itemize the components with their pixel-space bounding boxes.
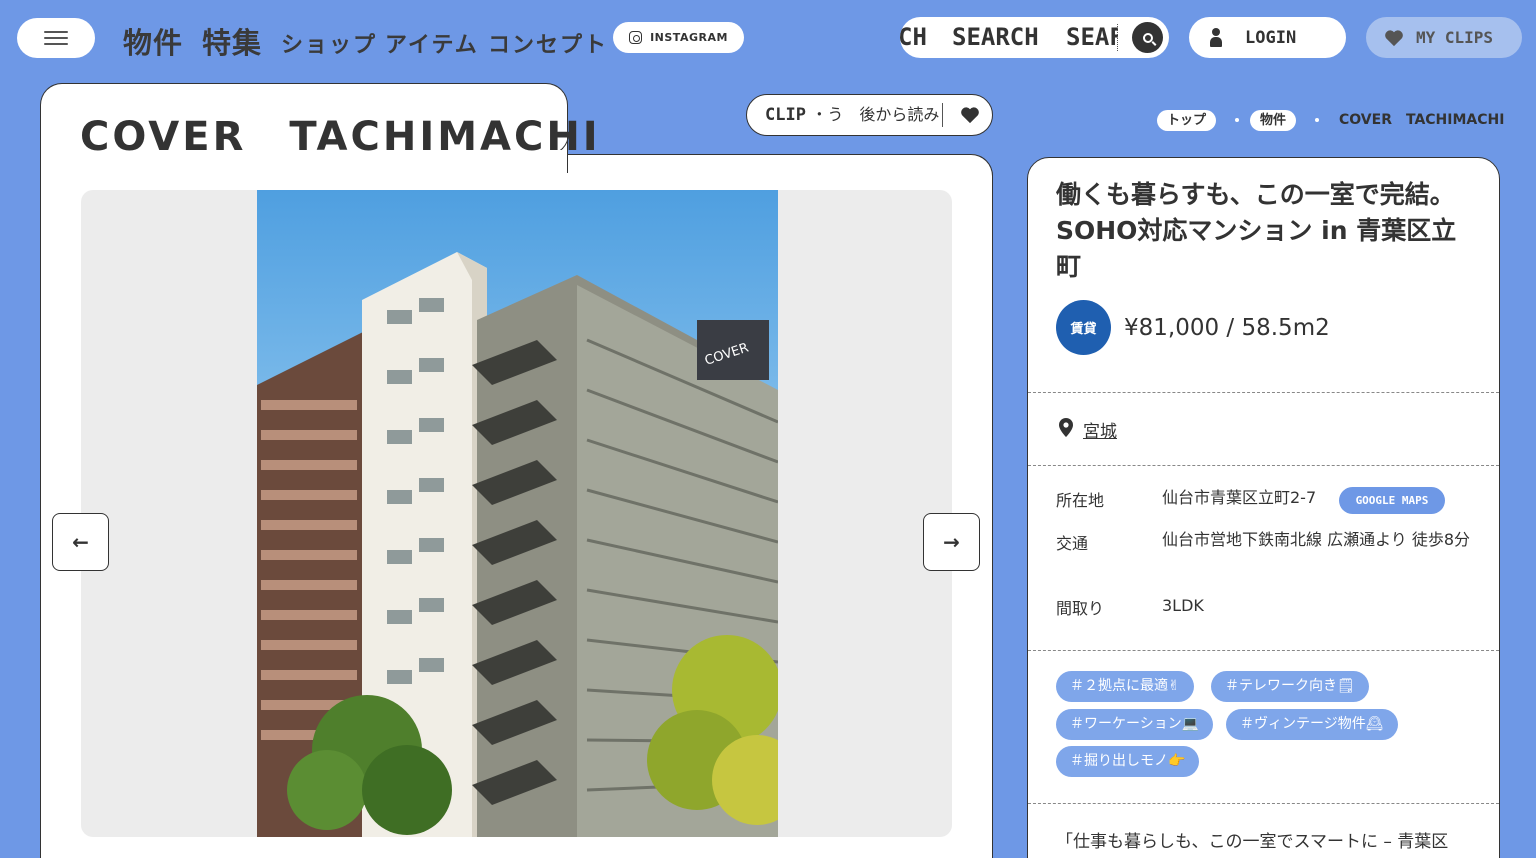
tag-telework[interactable]: ＃テレワーク向き🗒: [1211, 671, 1369, 702]
my-clips-button[interactable]: MY CLIPS: [1366, 17, 1522, 58]
clip-label: CLIP: [765, 105, 806, 125]
search-word: CH: [900, 23, 927, 51]
search-marquee: CH SEARCH SEAF: [900, 17, 1118, 58]
main-card-top-edge: [568, 154, 993, 176]
breadcrumb-separator: [1315, 118, 1319, 122]
search-word: SEAF: [1066, 23, 1118, 51]
divider: [1028, 392, 1499, 393]
tag-two-bases[interactable]: ＃２拠点に最適✌: [1056, 671, 1194, 702]
search-submit-button[interactable]: [1132, 22, 1163, 53]
clip-marquee: CLIP ・う 後から読み: [765, 95, 943, 135]
instagram-icon: [629, 31, 643, 44]
arrow-left-icon: ←: [72, 530, 89, 554]
tag-workation[interactable]: ＃ワーケーション💻: [1056, 709, 1214, 740]
layout-value: 3LDK: [1162, 596, 1204, 615]
nav-items[interactable]: アイテム: [385, 27, 479, 59]
arrow-right-icon: →: [943, 530, 960, 554]
search-word: SEARCH: [952, 23, 1039, 51]
clip-button[interactable]: CLIP ・う 後から読み: [746, 94, 993, 136]
instagram-button[interactable]: INSTAGRAM: [613, 22, 744, 53]
user-icon: [1209, 27, 1223, 48]
breadcrumb-separator: [1235, 118, 1239, 122]
photo-gallery: COVER: [81, 190, 952, 837]
clip-marquee-text: ・う 後から読み: [811, 105, 940, 124]
nav-properties[interactable]: 物件: [123, 20, 183, 62]
building-photo: COVER: [257, 190, 778, 837]
property-heading: 働くも暮らすも、この一室で完結。SOHO対応マンション in 青葉区立町: [1056, 180, 1457, 281]
heart-icon: [1385, 29, 1403, 46]
breadcrumb-top[interactable]: トップ: [1157, 110, 1216, 131]
my-clips-label: MY CLIPS: [1416, 28, 1494, 47]
price-text: ¥81,000 / 58.5m2: [1124, 315, 1330, 341]
tag-vintage[interactable]: ＃ヴィンテージ物件🕰: [1226, 709, 1398, 740]
access-value: 仙台市営地下鉄南北線 広瀬通より 徒歩8分: [1162, 530, 1471, 549]
description-quote: 「仕事も暮らしも、この一室でスマートに – 青葉区: [1056, 832, 1449, 852]
location-pin-icon: [1059, 418, 1073, 437]
nav-features[interactable]: 特集: [202, 20, 262, 62]
rent-badge: 賃貸: [1056, 300, 1111, 355]
divider: [1028, 803, 1499, 804]
search-icon: [1142, 32, 1153, 43]
divider: [1028, 465, 1499, 466]
menu-button[interactable]: [17, 18, 95, 58]
prev-photo-button[interactable]: ←: [52, 513, 109, 571]
search-bar[interactable]: CH SEARCH SEAF: [900, 17, 1169, 58]
google-maps-button[interactable]: GOOGLE MAPS: [1339, 487, 1445, 514]
address-label: 所在地: [1056, 491, 1105, 510]
layout-label: 間取り: [1056, 599, 1105, 618]
tag-bargain[interactable]: ＃掘り出しモノ👉: [1056, 746, 1200, 777]
nav-concept[interactable]: コンセプト: [488, 27, 608, 59]
breadcrumb-current: COVER TACHIMACHI: [1339, 112, 1505, 128]
login-label: LOGIN: [1245, 27, 1297, 48]
heart-icon: [961, 107, 979, 124]
page-title: COVER TACHIMACHI: [80, 114, 601, 160]
login-button[interactable]: LOGIN: [1189, 17, 1346, 58]
prefecture-link[interactable]: 宮城: [1083, 417, 1117, 442]
instagram-label: INSTAGRAM: [650, 31, 728, 44]
divider: [1028, 650, 1499, 651]
access-label: 交通: [1056, 534, 1089, 553]
nav-shop[interactable]: ショップ: [281, 27, 377, 59]
next-photo-button[interactable]: →: [923, 513, 980, 571]
hamburger-icon: [44, 31, 68, 45]
breadcrumb-property[interactable]: 物件: [1250, 110, 1296, 131]
